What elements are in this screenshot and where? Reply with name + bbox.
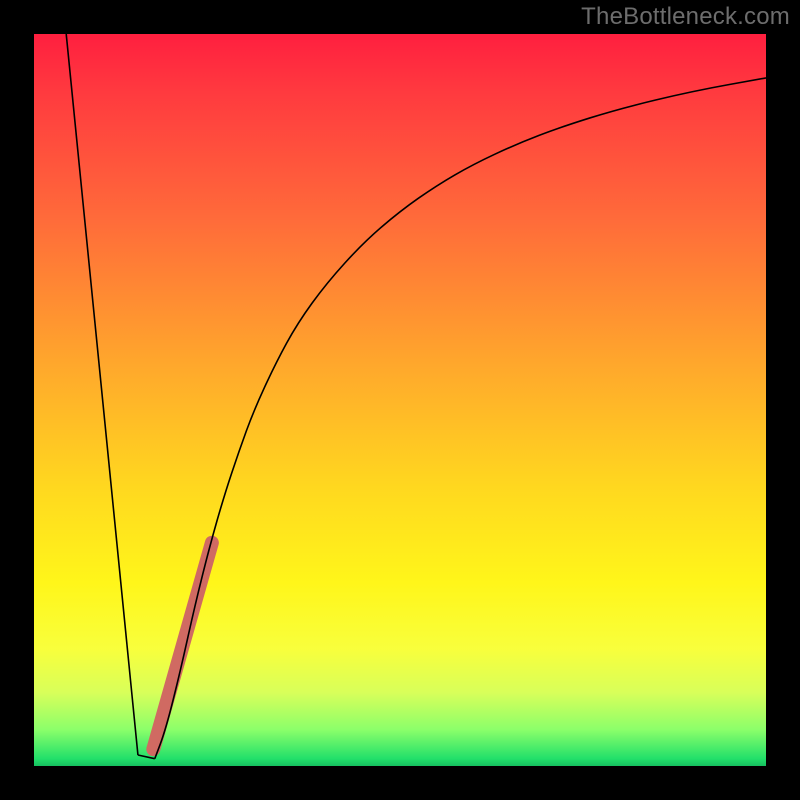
chart-frame: TheBottleneck.com	[0, 0, 800, 800]
plot-area	[34, 34, 766, 766]
chart-svg	[34, 34, 766, 766]
series-right-curve	[155, 78, 766, 759]
watermark-text: TheBottleneck.com	[581, 3, 790, 31]
series-left-descent	[66, 34, 138, 755]
